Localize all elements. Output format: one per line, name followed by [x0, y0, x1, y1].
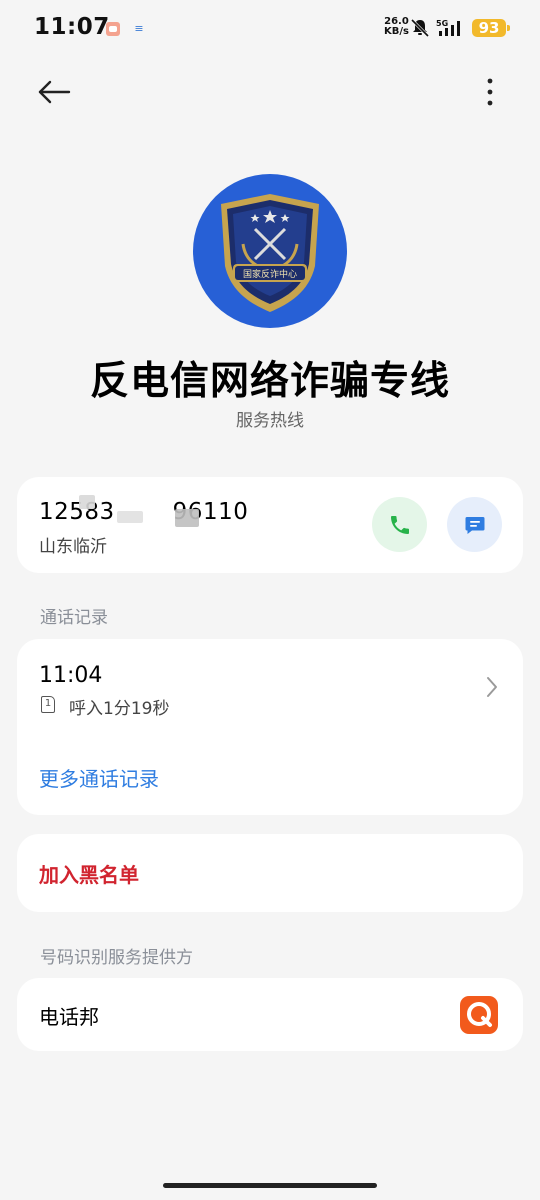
mute-icon	[410, 18, 430, 38]
back-arrow-icon	[38, 80, 71, 104]
message-icon	[465, 516, 484, 534]
provider-card[interactable]: 电话邦	[17, 978, 523, 1051]
add-to-blacklist-button[interactable]: 加入黑名单	[17, 834, 523, 912]
anti-fraud-badge-icon: 国家反诈中心	[221, 194, 319, 312]
call-history-card: 11:04 1 呼入1分19秒 更多通话记录	[17, 639, 523, 815]
battery-indicator: 93	[472, 19, 510, 37]
message-button[interactable]	[447, 497, 502, 552]
chevron-right-icon	[487, 677, 497, 697]
contact-subtitle: 服务热线	[236, 411, 304, 431]
privacy-mask	[79, 495, 95, 509]
more-call-history-link[interactable]: 更多通话记录	[39, 763, 159, 792]
provider-logo-icon	[460, 996, 498, 1034]
more-options-button[interactable]	[470, 72, 510, 112]
privacy-mask	[117, 511, 143, 523]
add-to-blacklist-label: 加入黑名单	[39, 863, 139, 887]
call-detail: 呼入1分19秒	[69, 699, 170, 719]
status-time: 11:07	[34, 14, 110, 40]
status-bar: 11:07 ≡ 26.0 KB/s 5G 93	[0, 0, 540, 58]
call-time: 11:04	[39, 663, 103, 688]
contact-name: 反电信网络诈骗专线	[89, 359, 450, 404]
more-vertical-icon	[487, 78, 493, 106]
number-location: 山东临沂	[39, 537, 107, 557]
badge-text: 国家反诈中心	[243, 268, 297, 280]
call-button[interactable]	[372, 497, 427, 552]
call-history-entry[interactable]: 11:04 1 呼入1分19秒	[17, 639, 523, 739]
notification-app-icon	[106, 22, 120, 36]
phone-number[interactable]: 12583 96110	[39, 499, 248, 525]
network-speed: 26.0 KB/s	[384, 16, 409, 37]
provider-name: 电话邦	[39, 1005, 99, 1029]
network-type: 5G	[436, 19, 448, 28]
phone-number-start: 12583	[39, 499, 115, 525]
notification-e-icon: ≡	[134, 22, 144, 35]
contact-avatar: 国家反诈中心	[193, 174, 347, 328]
signal-5g-icon: 5G	[436, 19, 460, 36]
privacy-mask	[175, 509, 199, 527]
call-history-header: 通话记录	[40, 608, 108, 628]
back-button[interactable]	[34, 72, 74, 112]
sim-card-icon: 1	[41, 696, 55, 713]
phone-icon	[390, 515, 409, 534]
phone-number-card: 12583 96110 山东临沂	[17, 477, 523, 573]
home-indicator[interactable]	[163, 1183, 377, 1188]
provider-header: 号码识别服务提供方	[40, 948, 193, 968]
